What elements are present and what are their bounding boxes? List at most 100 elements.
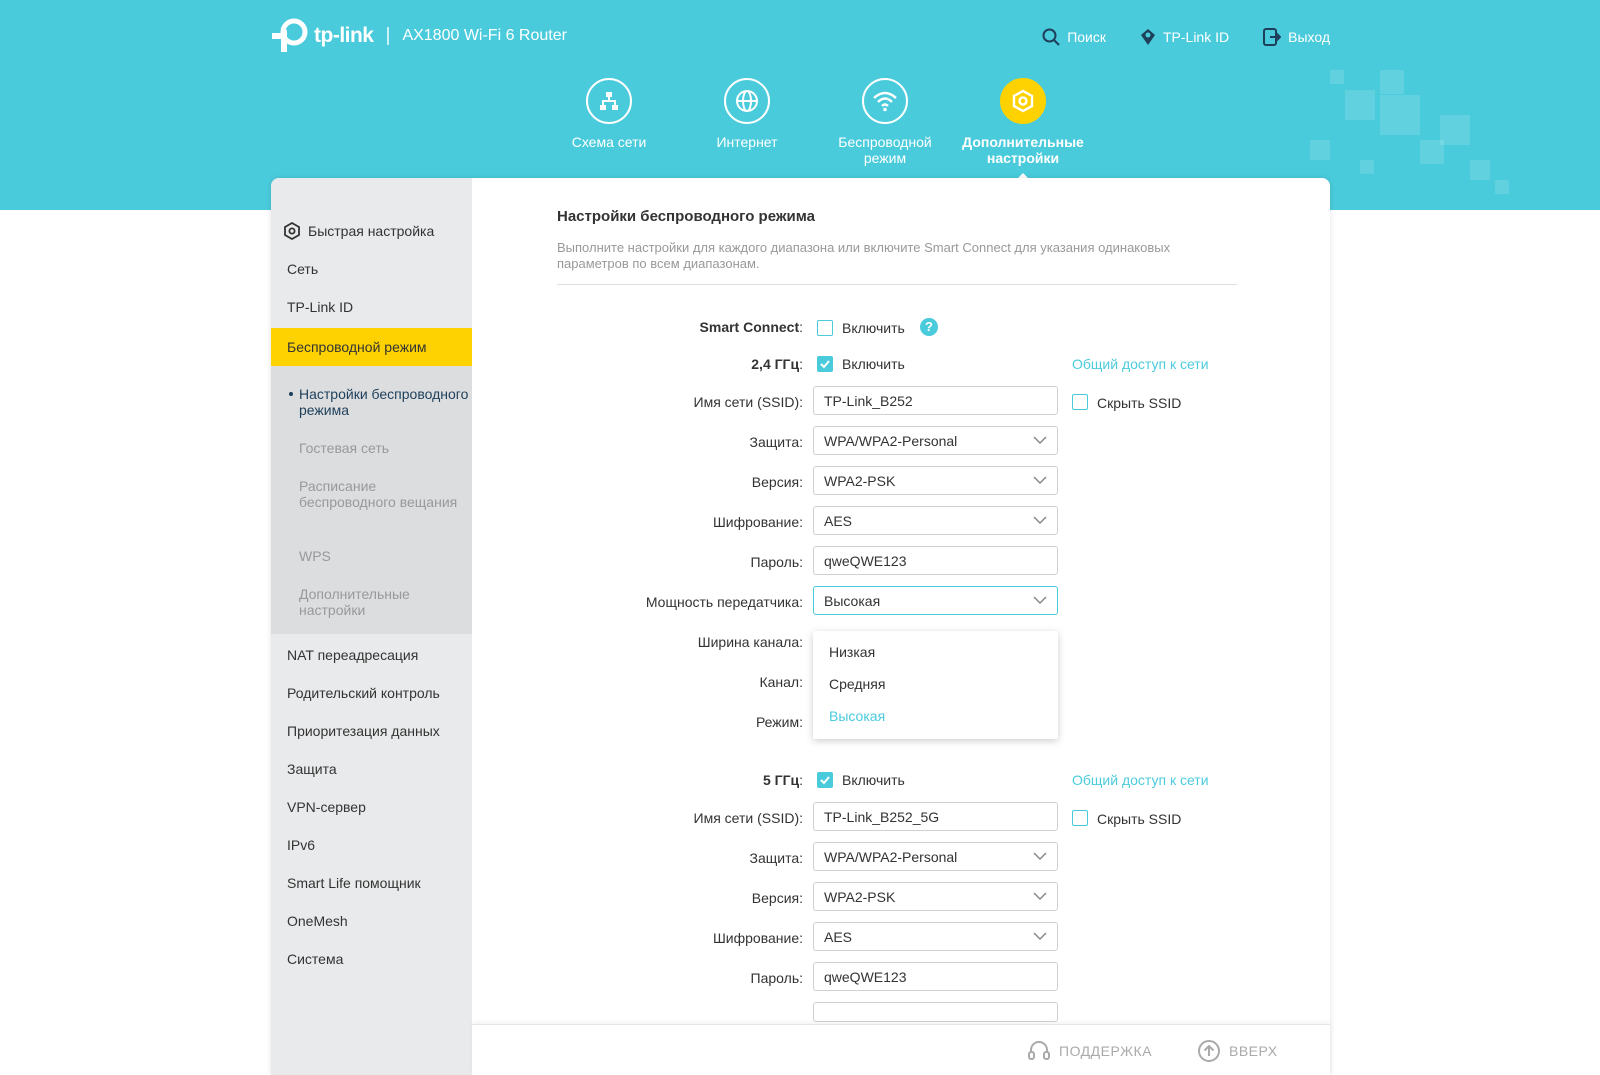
channel-width-label: Ширина канала:	[697, 634, 803, 650]
sidebar-item-label: Быстрая настройка	[308, 223, 435, 239]
band-24-enable-checkbox[interactable]	[817, 356, 833, 372]
mode-label: Режим:	[755, 714, 803, 730]
band-5-enable-label[interactable]: Включить	[842, 772, 905, 788]
sidebar-item-nat[interactable]: NAT переадресация	[271, 636, 472, 674]
router-model: AX1800 Wi-Fi 6 Router	[402, 27, 567, 44]
sidebar-subitem-wireless-settings[interactable]: Настройки беспроводного режима	[289, 386, 469, 418]
support-label: ПОДДЕРЖКА	[1059, 1043, 1153, 1059]
select-value: WPA2-PSK	[824, 888, 896, 905]
sidebar-item-label: TP-Link ID	[287, 299, 354, 315]
smart-connect-checkbox[interactable]	[817, 320, 833, 336]
encryption-label: Шифрование:	[712, 514, 803, 530]
sidebar-item-label: Приоритезация данных	[287, 723, 440, 739]
band-24-ssid-input[interactable]: TP-Link_B252	[813, 386, 1058, 415]
help-icon[interactable]: ?	[920, 318, 938, 336]
sidebar-item-system[interactable]: Система	[271, 940, 472, 978]
chevron-down-icon	[1033, 476, 1047, 485]
band-5-security-select[interactable]: WPA/WPA2-Personal	[813, 842, 1058, 871]
tab-advanced[interactable]: Дополнительные настройки	[954, 78, 1092, 183]
search-icon	[1042, 28, 1060, 46]
band-24-hide-ssid-checkbox[interactable]	[1072, 394, 1088, 410]
decor-square	[1330, 70, 1344, 84]
select-value: AES	[824, 512, 853, 529]
tab-internet-label: Интернет	[716, 134, 778, 150]
band-24-version-select[interactable]: WPA2-PSK	[813, 466, 1058, 495]
chevron-down-icon	[1033, 436, 1047, 445]
globe-icon	[724, 78, 770, 124]
search-link[interactable]: Поиск	[1042, 28, 1106, 46]
logout-link[interactable]: Выход	[1263, 28, 1330, 46]
band-24-row-label: 2,4 ГГц:	[751, 356, 803, 372]
select-value: WPA/WPA2-Personal	[824, 432, 958, 449]
band-5-version-select[interactable]: WPA2-PSK	[813, 882, 1058, 911]
checkmark-icon	[820, 776, 830, 785]
band-5-ssid-input[interactable]: TP-Link_B252_5G	[813, 802, 1058, 831]
sidebar-item-ipv6[interactable]: IPv6	[271, 826, 472, 864]
tx-power-label: Мощность передатчика:	[645, 594, 803, 610]
band-5-enable-checkbox[interactable]	[817, 772, 833, 788]
band-24-encryption-select[interactable]: AES	[813, 506, 1058, 535]
back-to-top-label: ВВЕРХ	[1229, 1043, 1278, 1059]
band-24-tx-power-select[interactable]: Высокая	[813, 586, 1058, 615]
encryption-label: Шифрование:	[712, 930, 803, 946]
band-5-share-network-link[interactable]: Общий доступ к сети	[1072, 772, 1209, 788]
password-label: Пароль:	[750, 970, 803, 986]
sidebar-item-wireless[interactable]: Беспроводной режим	[271, 328, 472, 366]
tab-wireless[interactable]: Беспроводной режим	[816, 78, 954, 166]
dropdown-option-medium[interactable]: Средняя	[829, 676, 885, 692]
band-5-hide-ssid-label[interactable]: Скрыть SSID	[1097, 811, 1181, 827]
band-5-hide-ssid-checkbox[interactable]	[1072, 810, 1088, 826]
sidebar-subitem-wireless-schedule[interactable]: Расписание беспроводного вещания	[299, 478, 469, 510]
sidebar-item-network[interactable]: Сеть	[271, 250, 472, 288]
sidebar-subitem-guest-network[interactable]: Гостевая сеть	[299, 440, 469, 456]
sidebar-item-qos[interactable]: Приоритезация данных	[271, 712, 472, 750]
band-24-enable-label[interactable]: Включить	[842, 356, 905, 372]
sidebar-item-vpn-server[interactable]: VPN-сервер	[271, 788, 472, 826]
tplink-logo[interactable]: tp-link | AX1800 Wi-Fi 6 Router	[270, 18, 567, 54]
dropdown-option-low[interactable]: Низкая	[829, 644, 875, 660]
select-value: Высокая	[824, 592, 881, 609]
sidebar-item-smart-life[interactable]: Smart Life помощник	[271, 864, 472, 902]
content-area: Настройки беспроводного режима Выполните…	[472, 178, 1330, 1075]
band-24-share-network-link[interactable]: Общий доступ к сети	[1072, 356, 1209, 372]
tplink-id-link[interactable]: TP-Link ID	[1140, 28, 1229, 46]
sidebar-subitem-label: Расписание беспроводного вещания	[299, 478, 458, 510]
band-24-security-select[interactable]: WPA/WPA2-Personal	[813, 426, 1058, 455]
arrow-up-circle-icon	[1198, 1040, 1220, 1062]
security-label: Защита:	[749, 434, 803, 450]
decor-square	[1495, 180, 1509, 194]
tab-network-map[interactable]: Схема сети	[540, 78, 678, 166]
sidebar-subitem-label: WPS	[299, 548, 331, 564]
band-5-encryption-select[interactable]: AES	[813, 922, 1058, 951]
chevron-down-icon	[1033, 932, 1047, 941]
sidebar-item-label: NAT переадресация	[287, 647, 419, 663]
ssid-label: Имя сети (SSID):	[693, 394, 804, 410]
dropdown-option-high[interactable]: Высокая	[829, 708, 885, 724]
sidebar-item-onemesh[interactable]: OneMesh	[271, 902, 472, 940]
network-map-icon	[586, 78, 632, 124]
decor-square	[1380, 95, 1420, 135]
sidebar-item-quick-setup[interactable]: Быстрая настройка	[271, 212, 472, 250]
smart-connect-checkbox-label[interactable]: Включить	[842, 320, 905, 336]
version-label: Версия:	[751, 474, 803, 490]
band-5-password-input[interactable]: qweQWE123	[813, 962, 1058, 991]
sidebar-item-label: Беспроводной режим	[287, 339, 427, 355]
support-button[interactable]: ПОДДЕРЖКА	[1027, 1039, 1152, 1063]
sidebar-item-parental-control[interactable]: Родительский контроль	[271, 674, 472, 712]
band-24-password-input[interactable]: qweQWE123	[813, 546, 1058, 575]
band-5-next-field[interactable]	[813, 1002, 1058, 1022]
sidebar-item-security[interactable]: Защита	[271, 750, 472, 788]
search-label: Поиск	[1067, 29, 1106, 45]
back-to-top-button[interactable]: ВВЕРХ	[1197, 1039, 1278, 1063]
sidebar-item-label: Система	[287, 951, 344, 967]
decor-square	[1440, 115, 1470, 145]
band-24-hide-ssid-label[interactable]: Скрыть SSID	[1097, 395, 1181, 411]
gear-icon	[1000, 78, 1046, 124]
sidebar-item-tplink-id[interactable]: TP-Link ID	[271, 288, 472, 326]
wifi-icon	[862, 78, 908, 124]
tab-internet[interactable]: Интернет	[678, 78, 816, 166]
channel-label: Канал:	[759, 674, 803, 690]
sidebar-subitem-wps[interactable]: WPS	[299, 548, 469, 564]
sidebar-subitem-label: Гостевая сеть	[299, 440, 390, 456]
sidebar-subitem-advanced[interactable]: Дополнительные настройки	[299, 586, 469, 618]
